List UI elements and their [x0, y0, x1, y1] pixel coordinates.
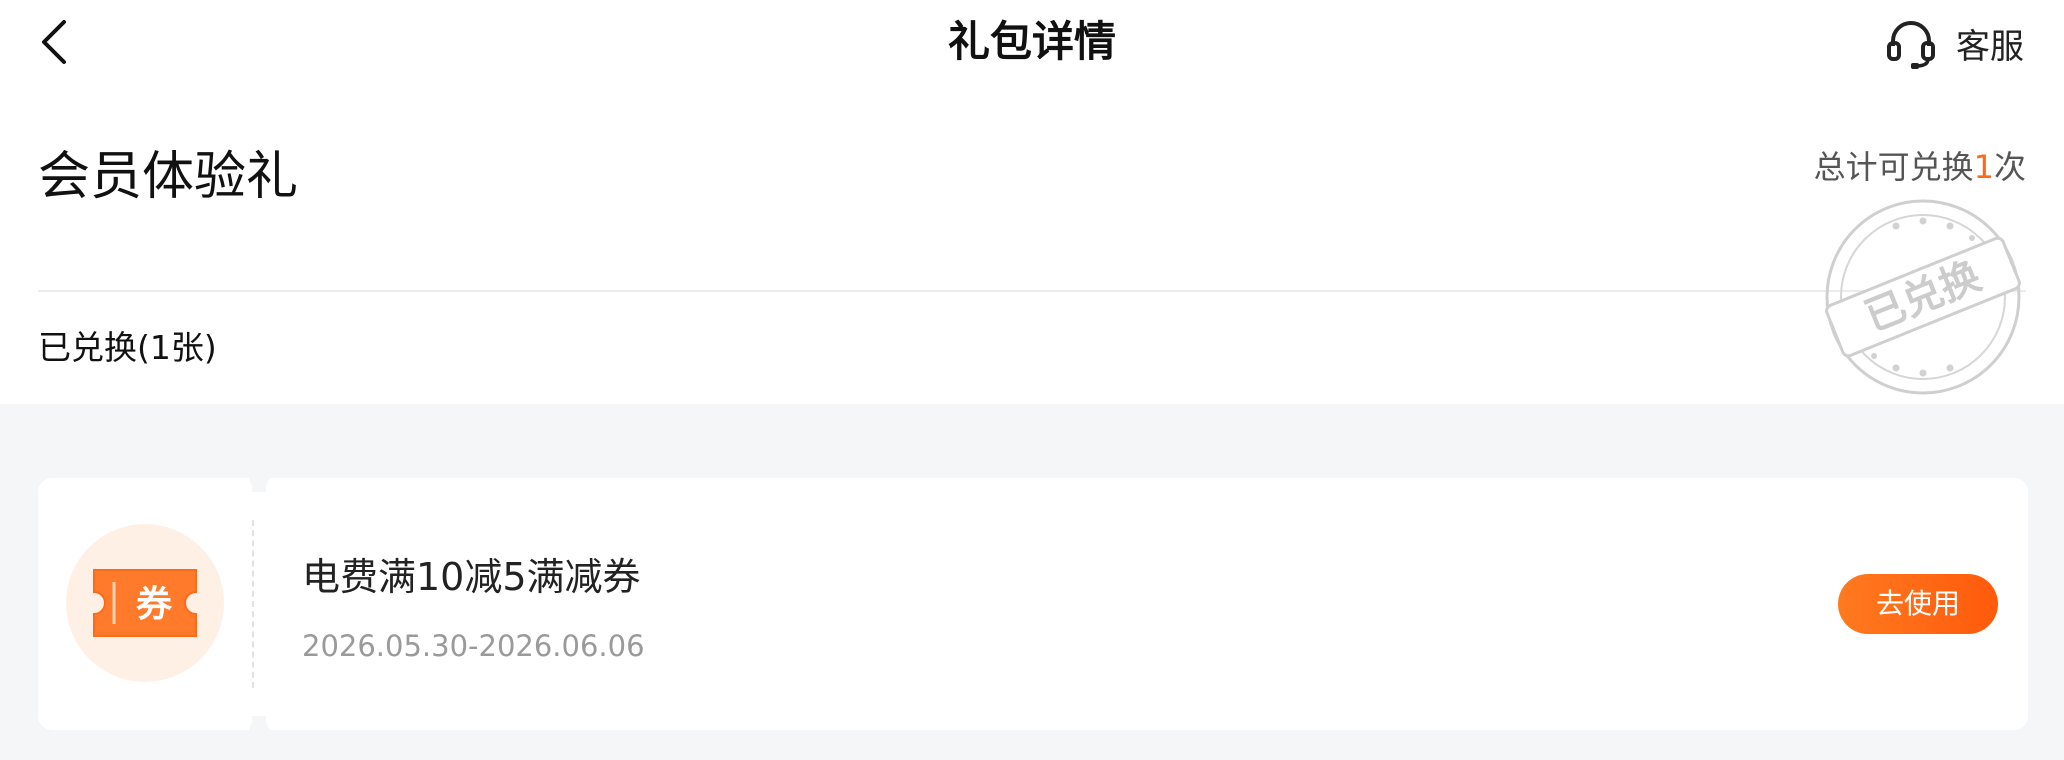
stamp-text: 已兑换	[1859, 253, 1987, 341]
use-coupon-button[interactable]: 去使用	[1838, 574, 1998, 634]
top-nav-bar: 礼包详情 客服	[0, 0, 2064, 86]
coupon-dashed-divider	[252, 520, 254, 688]
coupon-divider-strip	[252, 492, 266, 716]
chevron-left-icon	[42, 20, 66, 64]
coupon-list: 券 电费满10减5满减券 2026.05.30-2026.06.06 去使用	[0, 404, 2064, 760]
coupon-right-panel	[266, 478, 2028, 730]
customer-service-button[interactable]: 客服	[1884, 18, 2024, 69]
coupon-notch-top	[249, 468, 269, 488]
ticket-icon: 券	[93, 569, 197, 637]
back-button[interactable]	[28, 14, 84, 70]
coupon-validity-date: 2026.05.30-2026.06.06	[302, 629, 645, 663]
redeemed-section-label: 已兑换(1张)	[38, 328, 217, 367]
coupon-name: 电费满10减5满减券	[302, 555, 641, 599]
gift-header: 会员体验礼 总计可兑换1次 已兑换(1张) 已兑换	[0, 86, 2064, 404]
redeem-count: 总计可兑换1次	[1814, 144, 2026, 190]
coupon-icon-badge: 券	[66, 524, 224, 682]
customer-service-label: 客服	[1956, 26, 2024, 67]
redeem-count-suffix: 次	[1993, 148, 2026, 186]
redeemed-stamp: 已兑换	[1825, 199, 2021, 395]
gift-title: 会员体验礼	[38, 147, 299, 207]
page-title: 礼包详情	[947, 17, 1116, 66]
divider	[38, 290, 2026, 292]
redeem-count-value: 1	[1973, 148, 1994, 186]
redeem-count-prefix: 总计可兑换	[1813, 148, 1974, 186]
ticket-icon-label: 券	[136, 584, 173, 625]
coupon-notch-bottom	[249, 720, 269, 740]
headset-icon	[1887, 21, 1935, 69]
coupon-card: 券 电费满10减5满减券 2026.05.30-2026.06.06 去使用	[38, 468, 2028, 740]
